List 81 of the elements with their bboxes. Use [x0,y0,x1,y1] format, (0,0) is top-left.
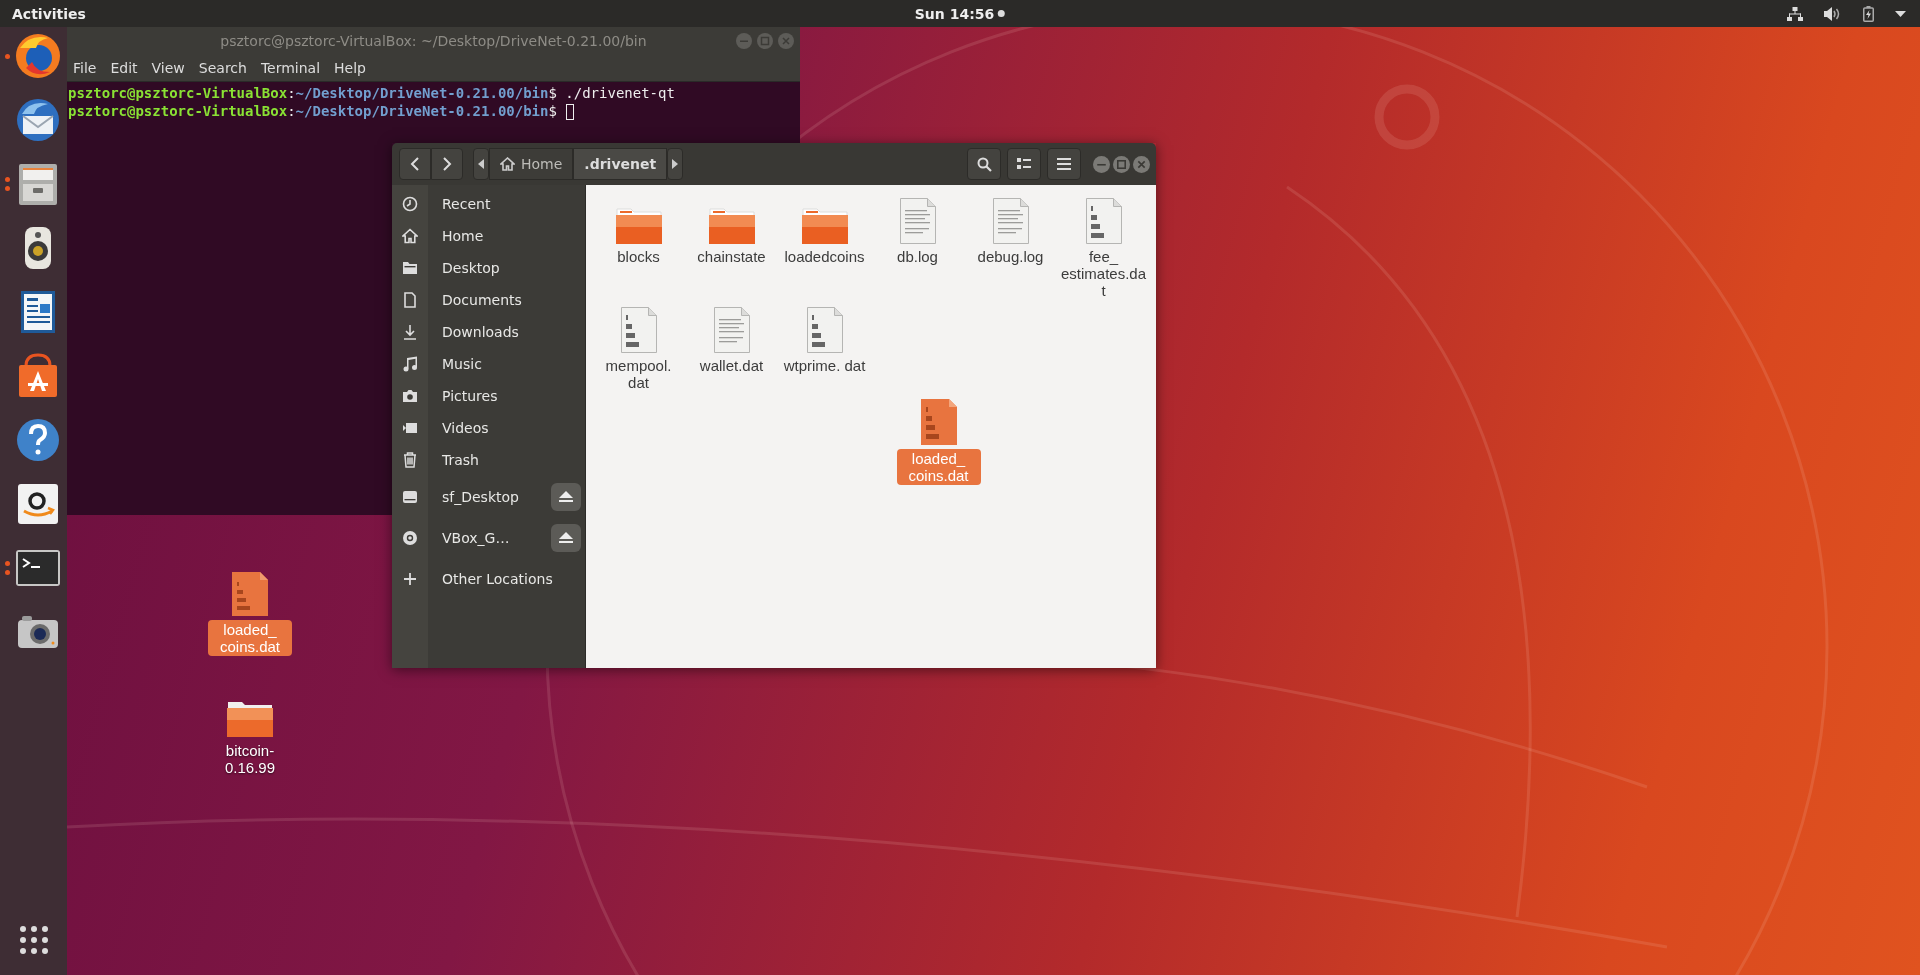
help-icon [14,416,62,464]
network-icon[interactable] [1787,6,1803,21]
sidebar-item[interactable]: Videos [442,420,585,436]
sidebar-item[interactable]: Documents [442,292,585,308]
app-grid-icon[interactable] [18,925,49,955]
binary-file-icon[interactable] [620,307,657,353]
sidebar-item[interactable]: Home [442,228,585,244]
volume-icon[interactable] [1824,6,1842,21]
menu-item[interactable]: Terminal [260,60,321,76]
eject-icon [559,531,573,544]
binary-file-icon[interactable] [806,307,843,353]
menu-item[interactable]: Edit [110,60,138,76]
clock-icon [402,196,418,212]
chevron-right-icon [442,157,452,171]
back-button[interactable] [399,148,431,180]
trash-icon [402,452,418,468]
file-name[interactable]: blocks [614,248,663,265]
minimize-button[interactable] [1093,155,1110,173]
folder-icon [402,260,418,276]
path-button[interactable]: Home [489,148,574,180]
eject-button[interactable] [551,523,581,552]
window-title: psztorc@psztorc-VirtualBox: ~/Desktop/DriveNet-0.21.00/bin [220,33,647,49]
sidebar-item[interactable]: Downloads [442,324,585,340]
menu-item[interactable]: File [73,60,97,76]
home-icon [402,228,418,244]
download-icon [402,324,418,340]
terminal-line: psztorc@psztorc-VirtualBox:~/Desktop/DriveNet-0.21.00/bin$ [68,102,575,120]
menu-item[interactable]: Help [334,60,366,76]
scroll-left-button[interactable] [473,148,489,180]
folder-icon[interactable] [227,699,273,737]
battery-icon[interactable] [1863,5,1874,22]
sidebar-item[interactable]: Pictures [442,388,585,404]
file-name[interactable]: db.log [894,248,941,265]
forward-button[interactable] [431,148,463,180]
search-icon [976,156,992,172]
sidebar-item[interactable]: Music [442,356,585,372]
eject-icon [559,490,573,503]
close-button[interactable] [1133,155,1150,173]
terminal-line: psztorc@psztorc-VirtualBox:~/Desktop/DriveNet-0.21.00/bin$ ./drivenet-qt [68,85,675,101]
binary-file-icon[interactable] [1085,198,1122,244]
disc-icon [402,529,418,546]
sidebar-item[interactable]: VBox_G… [442,529,551,546]
sidebar-item[interactable]: Recent [442,196,585,212]
menu-item[interactable]: Search [198,60,247,76]
drive-icon [402,488,418,505]
menu-button[interactable] [1047,148,1081,180]
sidebar-item[interactable]: sf_Desktop [442,488,551,505]
menu-icon [1057,158,1071,170]
binary-file-icon[interactable] [920,399,957,445]
maximize-button[interactable] [1113,155,1130,173]
chevron-left-icon [410,157,420,171]
plus-icon [402,570,418,587]
file-name[interactable]: bitcoin-0.16.99 [208,741,292,777]
view-toggle-button[interactable] [1007,148,1041,180]
file-name[interactable]: mempool. dat [592,357,685,391]
file-name[interactable]: wtprime. dat [780,357,869,374]
scroll-right-button[interactable] [667,148,684,180]
file-name[interactable]: wallet.dat [696,357,767,374]
camera-icon [402,388,418,404]
file-name[interactable]: debug.log [974,248,1047,265]
file-name[interactable]: fee_ estimates.dat [1057,248,1150,299]
menu-item[interactable]: View [151,60,185,76]
triangle-left-icon [478,159,484,169]
sidebar-item[interactable]: Other Locations [442,570,585,587]
file-name[interactable]: chainstate [694,248,769,265]
eject-button[interactable] [551,482,581,511]
clock[interactable]: Sun 14:56 [914,5,995,22]
caret-icon[interactable] [1895,10,1906,17]
activities-button[interactable]: Activities [0,5,132,22]
sidebar-item[interactable]: Trash [442,452,585,468]
list-view-icon [1017,158,1031,170]
mail-icon [14,96,62,144]
search-button[interactable] [967,148,1001,180]
music-icon [402,356,418,372]
sidebar-item[interactable]: Desktop [442,260,585,276]
triangle-right-icon [672,159,679,169]
file-name[interactable]: loadedcoins [781,248,868,265]
video-icon [402,420,418,436]
path-button[interactable]: .drivenet [573,148,668,180]
browser-icon [14,32,62,80]
document-icon [402,292,418,308]
